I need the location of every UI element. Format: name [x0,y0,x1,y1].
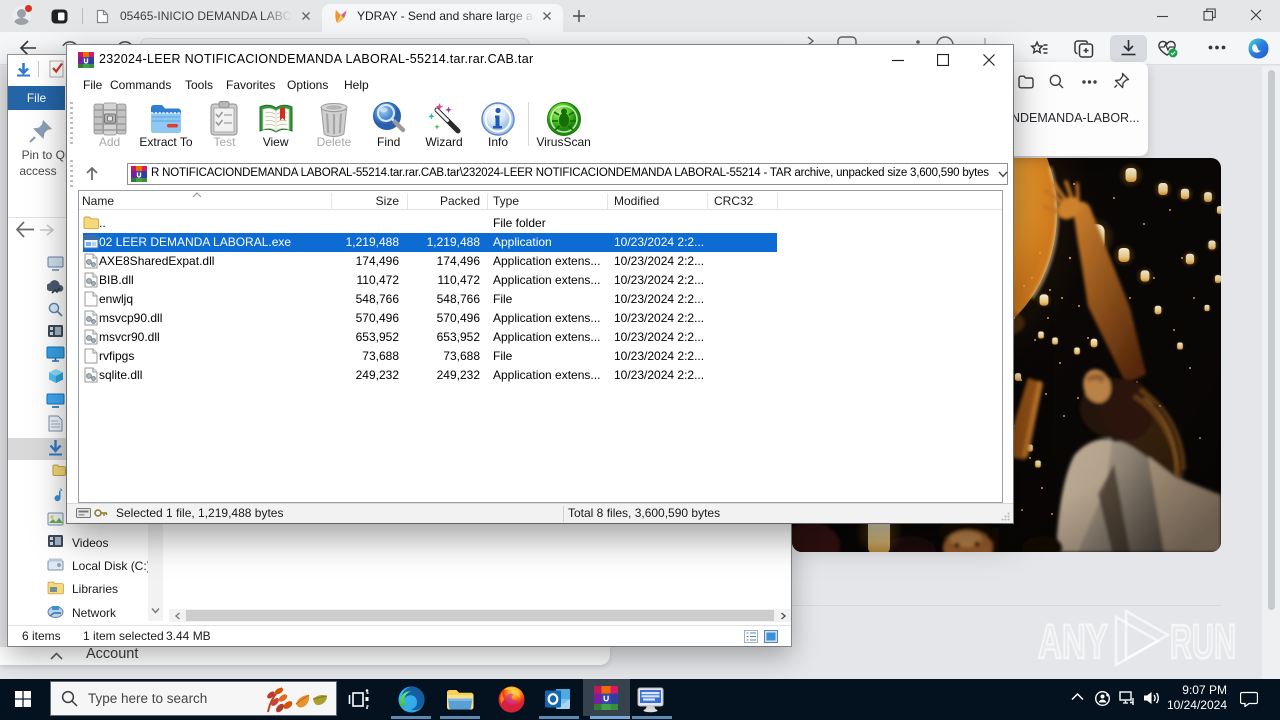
svg-text:10/24/2024: 10/24/2024 [1167,698,1227,712]
svg-text:ANY: ANY [1038,616,1108,669]
svg-text:9:07 PM: 9:07 PM [1182,683,1227,697]
svg-text:RUN: RUN [1170,616,1236,669]
